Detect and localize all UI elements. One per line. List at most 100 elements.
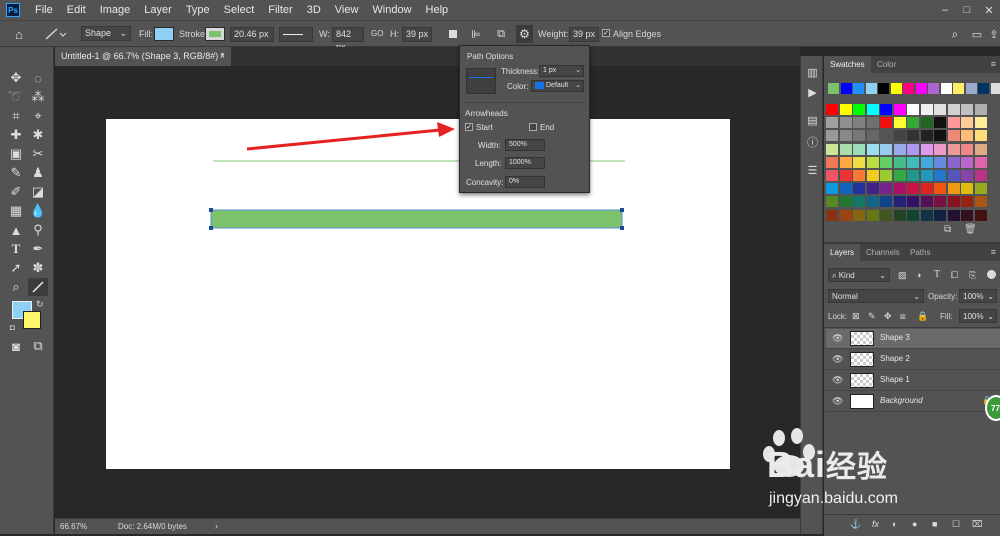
swatch[interactable] bbox=[907, 196, 919, 207]
swatch[interactable] bbox=[826, 183, 838, 194]
swatch[interactable] bbox=[853, 157, 865, 168]
thickness-field[interactable]: 1 px⌄ bbox=[539, 65, 584, 77]
swatch[interactable] bbox=[894, 196, 906, 207]
recent-swatch[interactable] bbox=[978, 83, 989, 94]
swatch[interactable] bbox=[961, 157, 973, 168]
filter-adjustment-icon[interactable]: ◑ bbox=[916, 270, 921, 280]
swatch[interactable] bbox=[948, 210, 960, 221]
swatch[interactable] bbox=[921, 196, 933, 207]
swatch[interactable] bbox=[975, 144, 987, 155]
swatch[interactable] bbox=[826, 170, 838, 181]
swatch[interactable] bbox=[853, 196, 865, 207]
swatch[interactable] bbox=[826, 117, 838, 128]
swatch[interactable] bbox=[948, 130, 960, 141]
fx-icon[interactable]: fx bbox=[872, 519, 879, 529]
swatch[interactable] bbox=[961, 117, 973, 128]
swatch[interactable] bbox=[853, 104, 865, 115]
swatch[interactable] bbox=[961, 183, 973, 194]
swatch[interactable] bbox=[975, 104, 987, 115]
swatch[interactable] bbox=[880, 183, 892, 194]
swatch[interactable] bbox=[867, 170, 879, 181]
anchor-point-tr[interactable] bbox=[620, 208, 624, 212]
visibility-eye-icon[interactable]: 👁 bbox=[832, 375, 843, 386]
swatch[interactable] bbox=[894, 183, 906, 194]
swatch[interactable] bbox=[934, 183, 946, 194]
swatch[interactable] bbox=[867, 130, 879, 141]
swatch[interactable] bbox=[853, 130, 865, 141]
swatch[interactable] bbox=[826, 104, 838, 115]
recent-swatch[interactable] bbox=[966, 83, 977, 94]
swatch[interactable] bbox=[961, 170, 973, 181]
tab-layers[interactable]: Layers bbox=[824, 244, 860, 261]
panel-menu-icon[interactable]: ≡ bbox=[991, 59, 996, 69]
swatch[interactable] bbox=[921, 144, 933, 155]
swatch[interactable] bbox=[880, 170, 892, 181]
swatch[interactable] bbox=[880, 210, 892, 221]
visibility-eye-icon[interactable]: 👁 bbox=[832, 354, 843, 365]
swatch[interactable] bbox=[921, 117, 933, 128]
swatch[interactable] bbox=[880, 130, 892, 141]
actions-play-icon[interactable]: ▶ bbox=[804, 84, 821, 100]
swatch[interactable] bbox=[840, 210, 852, 221]
swatch[interactable] bbox=[867, 210, 879, 221]
swatch[interactable] bbox=[934, 157, 946, 168]
anchor-point-br[interactable] bbox=[620, 226, 624, 230]
swatch[interactable] bbox=[894, 130, 906, 141]
recent-swatch[interactable] bbox=[916, 83, 927, 94]
swatch[interactable] bbox=[975, 157, 987, 168]
swatch[interactable] bbox=[921, 170, 933, 181]
swatch[interactable] bbox=[907, 183, 919, 194]
swatch[interactable] bbox=[867, 183, 879, 194]
swatch[interactable] bbox=[934, 144, 946, 155]
link-layers-icon[interactable]: ⚓ bbox=[850, 519, 861, 530]
tab-paths[interactable]: Paths bbox=[904, 244, 936, 261]
concavity-field[interactable]: 0% bbox=[505, 176, 545, 188]
swatch[interactable] bbox=[948, 117, 960, 128]
info-icon[interactable]: ⓘ bbox=[804, 134, 821, 150]
swatch[interactable] bbox=[948, 196, 960, 207]
swatch[interactable] bbox=[840, 104, 852, 115]
swatch[interactable] bbox=[921, 183, 933, 194]
delete-swatch-icon[interactable]: 🗑 bbox=[964, 224, 977, 235]
status-menu-arrow[interactable]: › bbox=[215, 521, 218, 531]
swatch[interactable] bbox=[921, 130, 933, 141]
swatch[interactable] bbox=[880, 117, 892, 128]
swatch[interactable] bbox=[934, 196, 946, 207]
swatch[interactable] bbox=[840, 144, 852, 155]
recent-swatch[interactable] bbox=[928, 83, 939, 94]
swatch[interactable] bbox=[907, 157, 919, 168]
arrow-width-field[interactable]: 500% bbox=[505, 139, 545, 151]
tab-channels[interactable]: Channels bbox=[860, 244, 906, 261]
lock-all-icon[interactable]: 🔒 bbox=[917, 311, 928, 322]
visibility-eye-icon[interactable]: 👁 bbox=[832, 396, 843, 407]
swatch[interactable] bbox=[880, 157, 892, 168]
filter-shape-icon[interactable]: ⧠ bbox=[951, 270, 958, 281]
swatch[interactable] bbox=[894, 210, 906, 221]
swatch[interactable] bbox=[840, 183, 852, 194]
swatch[interactable] bbox=[907, 117, 919, 128]
swatch[interactable] bbox=[961, 210, 973, 221]
lock-image-icon[interactable]: ✎ bbox=[868, 311, 876, 322]
lock-artboard-icon[interactable]: ⧈ bbox=[900, 311, 906, 322]
recent-swatch[interactable] bbox=[891, 83, 902, 94]
filter-type-icon[interactable]: T bbox=[934, 269, 940, 280]
swatch[interactable] bbox=[880, 196, 892, 207]
swatch[interactable] bbox=[921, 157, 933, 168]
swatch[interactable] bbox=[975, 210, 987, 221]
swatch[interactable] bbox=[867, 144, 879, 155]
anchor-point-bl[interactable] bbox=[209, 226, 213, 230]
lock-transparent-icon[interactable]: ⊠ bbox=[852, 311, 860, 322]
swatch[interactable] bbox=[853, 170, 865, 181]
swatch[interactable] bbox=[894, 117, 906, 128]
layer-row-background[interactable]: 👁 Background 🔒 bbox=[826, 392, 1000, 412]
swatch[interactable] bbox=[907, 210, 919, 221]
swatch[interactable] bbox=[948, 183, 960, 194]
swatch[interactable] bbox=[826, 196, 838, 207]
layer-row-shape-1[interactable]: 👁 Shape 1 bbox=[826, 371, 1000, 391]
swatch[interactable] bbox=[921, 104, 933, 115]
recent-swatch[interactable] bbox=[878, 83, 889, 94]
swatch[interactable] bbox=[840, 117, 852, 128]
swatch[interactable] bbox=[975, 183, 987, 194]
layer-filter-kind[interactable]: ⌕ Kind⌄ bbox=[828, 268, 890, 282]
shape-bar-selected[interactable] bbox=[211, 210, 622, 228]
